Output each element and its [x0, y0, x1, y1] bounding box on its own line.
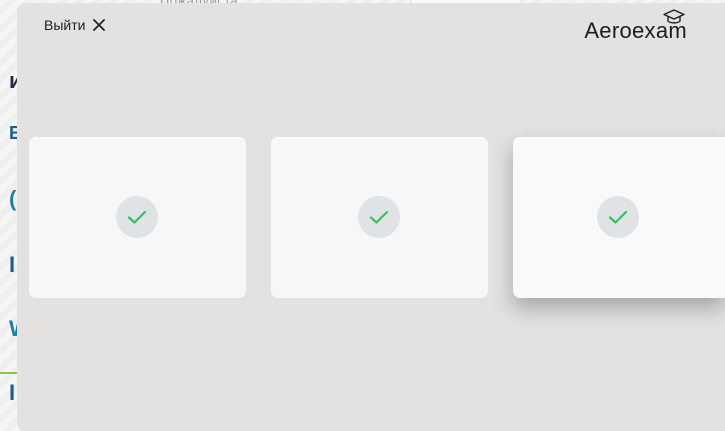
- background-edge-mark: I: [9, 252, 16, 277]
- brand-logo: Aeroexam: [557, 9, 687, 45]
- completion-modal: Выйти Aeroexam: [17, 3, 725, 431]
- background-edge-mark: I: [9, 380, 16, 405]
- completed-badge: [597, 196, 639, 238]
- check-icon: [127, 210, 147, 224]
- step-card-active[interactable]: [513, 137, 725, 298]
- background-edge-mark: (: [9, 186, 17, 211]
- exit-label: Выйти: [44, 17, 86, 33]
- exit-button[interactable]: Выйти: [44, 17, 106, 33]
- step-card[interactable]: [271, 137, 488, 298]
- completed-badge: [116, 196, 158, 238]
- brand-name: Aeroexam: [584, 18, 687, 43]
- step-card[interactable]: [29, 137, 246, 298]
- close-icon: [93, 19, 106, 31]
- completed-badge: [358, 196, 400, 238]
- check-icon: [369, 210, 389, 224]
- check-icon: [608, 210, 628, 224]
